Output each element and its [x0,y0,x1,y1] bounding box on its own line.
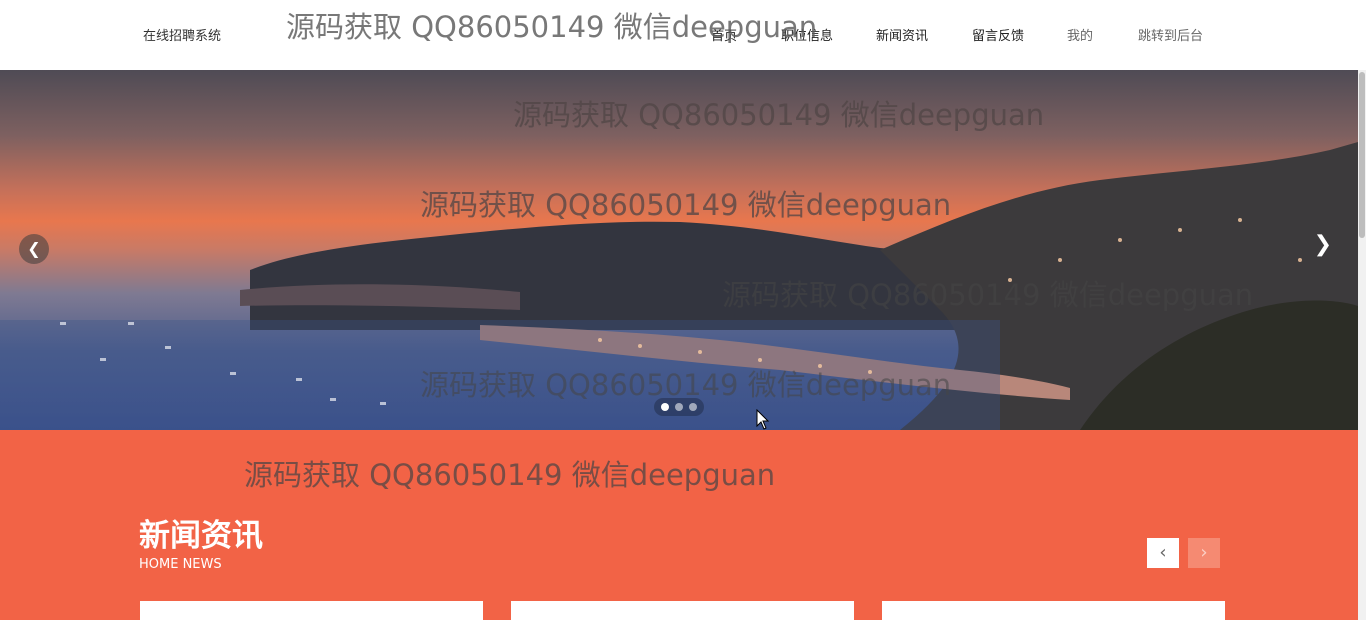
banner-prev-button[interactable]: ❮ [19,234,49,264]
scrollbar-thumb[interactable] [1359,72,1365,238]
carousel-indicators [654,398,704,416]
nav-item-admin[interactable]: 跳转到后台 [1138,25,1203,44]
news-prev-button[interactable]: ‹ [1147,538,1179,568]
banner-image [0,142,1358,430]
nav-item-jobs[interactable]: 职位信息 [781,25,833,44]
nav-item-news[interactable]: 新闻资讯 [876,25,928,44]
banner-next-button[interactable]: ❯ [1314,232,1332,257]
carousel-dot-1[interactable] [661,403,669,411]
news-card[interactable] [140,601,483,631]
chevron-right-icon: ❯ [1313,232,1332,257]
banner-carousel[interactable]: ❮ ❯ [0,70,1358,430]
nav-item-my[interactable]: 我的 [1067,25,1093,44]
carousel-dot-3[interactable] [689,403,697,411]
news-next-button[interactable]: › [1188,538,1220,568]
section-title: 新闻资讯 [139,518,263,554]
nav-item-home[interactable]: 首页 [711,25,737,44]
chevron-left-icon: ‹ [1159,542,1167,563]
mouse-cursor-icon [756,409,770,430]
carousel-dot-2[interactable] [675,403,683,411]
chevron-right-icon: › [1200,542,1208,563]
section-subtitle: HOME NEWS [139,557,222,572]
site-logo[interactable]: 在线招聘系统 [143,25,221,44]
news-card[interactable] [511,601,854,631]
news-section: 新闻资讯 HOME NEWS ‹ › [0,430,1358,631]
top-navigation-bar: 在线招聘系统 首页 职位信息 新闻资讯 留言反馈 我的 跳转到后台 [0,0,1366,70]
news-card[interactable] [882,601,1225,631]
nav-item-feedback[interactable]: 留言反馈 [972,25,1024,44]
chevron-left-icon: ❮ [27,239,41,258]
